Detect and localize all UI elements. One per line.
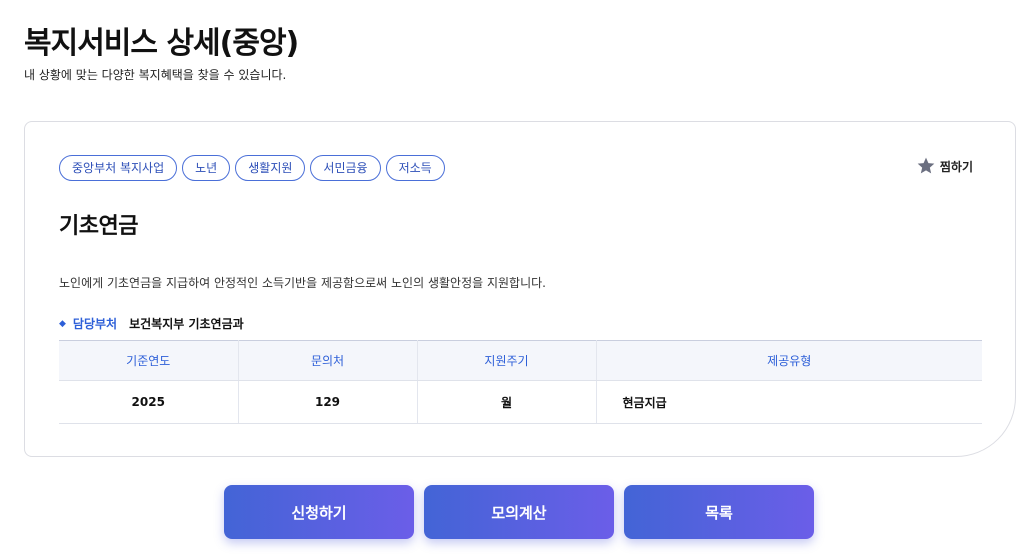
diamond-bullet-icon: ◆ — [59, 318, 66, 329]
apply-button[interactable]: 신청하기 — [224, 485, 414, 539]
cell-provision-type: 현금지급 — [596, 380, 982, 424]
cell-contact: 129 — [238, 380, 418, 424]
service-title: 기초연금 — [59, 214, 138, 239]
cell-support-cycle: 월 — [417, 380, 597, 424]
department-value: 보건복지부 기초연금과 — [129, 317, 244, 331]
service-description: 노인에게 기초연금을 지급하여 안정적인 소득기반을 제공함으로써 노인의 생활… — [59, 276, 546, 290]
table-row: 2025 129 월 현금지급 — [59, 380, 982, 424]
table-header-row: 기준연도 문의처 지원주기 제공유형 — [59, 340, 982, 381]
tag-low-income[interactable]: 저소득 — [385, 155, 445, 181]
header-contact: 문의처 — [238, 340, 418, 381]
department-row: ◆ 담당부처 보건복지부 기초연금과 — [59, 315, 244, 332]
star-icon — [917, 157, 935, 174]
department-label: 담당부처 — [72, 317, 118, 331]
favorite-label: 찜하기 — [939, 159, 973, 174]
page-title: 복지서비스 상세(중앙) — [24, 26, 299, 61]
header-support-cycle: 지원주기 — [417, 340, 597, 381]
page-subtitle: 내 상황에 맞는 다양한 복지혜택을 찾을 수 있습니다. — [24, 68, 287, 82]
tag-central-welfare[interactable]: 중앙부처 복지사업 — [59, 155, 178, 181]
tag-living-support[interactable]: 생활지원 — [235, 155, 306, 181]
header-provision-type: 제공유형 — [596, 340, 982, 381]
tag-elderly[interactable]: 노년 — [182, 155, 231, 181]
favorite-button[interactable]: 찜하기 — [916, 156, 973, 176]
tag-low-income-finance[interactable]: 서민금융 — [310, 155, 381, 181]
service-info-table: 기준연도 문의처 지원주기 제공유형 2025 129 월 현금지급 — [59, 340, 982, 424]
simulate-button[interactable]: 모의계산 — [424, 485, 614, 539]
header-base-year: 기준연도 — [59, 340, 239, 381]
list-button[interactable]: 목록 — [624, 485, 814, 539]
service-detail-card: 중앙부처 복지사업 노년 생활지원 서민금융 저소득 찜하기 기초연금 노인에게… — [24, 121, 1016, 457]
cell-base-year: 2025 — [59, 380, 239, 424]
action-buttons: 신청하기 모의계산 목록 — [224, 485, 814, 539]
tag-list: 중앙부처 복지사업 노년 생활지원 서민금융 저소득 — [59, 155, 445, 181]
